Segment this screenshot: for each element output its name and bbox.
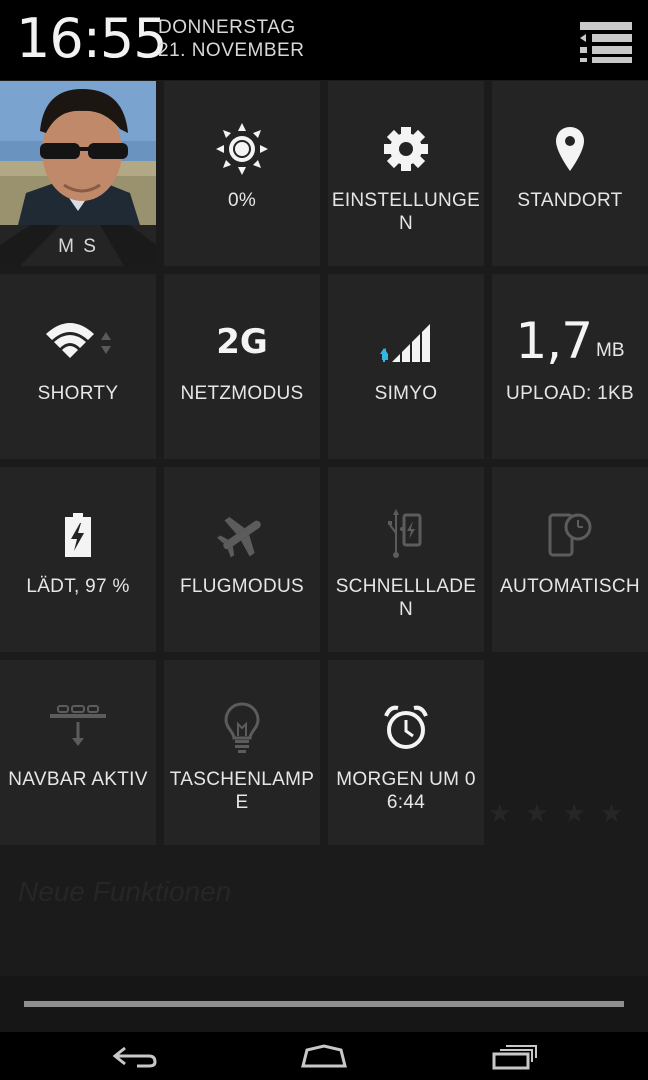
network-mode-label: NETZMODUS: [180, 383, 304, 404]
data-usage-tile[interactable]: 1,7 MB UPLOAD: 1KB: [492, 274, 648, 459]
battery-charging-icon: [65, 513, 91, 557]
signal-icon: [380, 324, 430, 362]
lightbulb-icon: [224, 702, 260, 753]
navbar-label: NAVBAR AKTIV: [8, 769, 148, 790]
data-usage-label: UPLOAD: 1KB: [506, 383, 634, 404]
home-icon: [301, 1044, 347, 1068]
brightness-label: 0%: [227, 190, 257, 211]
brightness-tile[interactable]: 0%: [164, 81, 320, 266]
location-tile[interactable]: STANDORT: [492, 81, 648, 266]
network-mode-value: 2G: [216, 322, 268, 362]
auto-rotate-tile[interactable]: AUTOMATISCH: [492, 467, 648, 652]
user-name: M S: [58, 236, 98, 257]
recent-apps-button[interactable]: [474, 1040, 554, 1074]
recent-apps-icon: [492, 1045, 537, 1070]
navbar-tile[interactable]: NAVBAR AKTIV: [0, 660, 156, 845]
phone-clock-icon: [548, 513, 592, 557]
back-button[interactable]: [95, 1040, 175, 1074]
back-icon: [112, 1046, 157, 1068]
airplane-tile[interactable]: FLUGMODUS: [164, 467, 320, 652]
background-rating-stars: ★★★★: [488, 798, 638, 828]
carrier-label: SIMYO: [374, 383, 438, 404]
fast-charge-tile[interactable]: SCHNELLLADEN: [328, 467, 484, 652]
usb-charge-icon: [388, 509, 422, 558]
background-heading: Neue Funktionen: [18, 876, 232, 907]
brightness-icon: [216, 123, 268, 175]
data-usage-unit: MB: [596, 340, 625, 361]
airplane-label: FLUGMODUS: [179, 576, 305, 597]
gear-icon: [384, 127, 428, 171]
location-label: STANDORT: [517, 190, 623, 211]
user-avatar: [0, 81, 156, 225]
user-tile[interactable]: M S: [0, 81, 156, 266]
alarm-clock-icon: [384, 705, 428, 749]
flashlight-label: TASCHENLAMPE: [169, 769, 315, 813]
weekday-label[interactable]: DONNERSTAG: [158, 16, 296, 39]
wifi-label: SHORTY: [37, 383, 119, 404]
battery-tile[interactable]: LÄDT, 97 %: [0, 467, 156, 652]
navbar-icon: [50, 705, 106, 746]
clock: 16:55: [16, 7, 168, 70]
flashlight-tile[interactable]: TASCHENLAMPE: [164, 660, 320, 845]
wifi-tile[interactable]: SHORTY: [0, 274, 156, 459]
fast-charge-label: SCHNELLLADEN: [335, 576, 477, 620]
battery-label: LÄDT, 97 %: [26, 576, 130, 597]
home-button[interactable]: [284, 1040, 364, 1074]
carrier-tile[interactable]: SIMYO: [328, 274, 484, 459]
data-usage-value: 1,7: [515, 312, 593, 370]
wifi-icon: [46, 323, 111, 358]
notification-header: 16:55 DONNERSTAG 21. NOVEMBER: [0, 0, 648, 80]
panel-drag-handle[interactable]: [24, 1001, 624, 1007]
notification-list-icon[interactable]: [578, 20, 634, 64]
settings-label: EINSTELLUNGEN: [331, 190, 481, 234]
airplane-icon: [217, 516, 261, 558]
auto-rotate-label: AUTOMATISCH: [500, 576, 640, 597]
location-pin-icon: [556, 127, 584, 171]
network-mode-tile[interactable]: 2G NETZMODUS: [164, 274, 320, 459]
alarm-label: MORGEN UM 06:44: [336, 769, 476, 813]
settings-tile[interactable]: EINSTELLUNGEN: [328, 81, 484, 266]
date-label[interactable]: 21. NOVEMBER: [158, 39, 304, 62]
alarm-tile[interactable]: MORGEN UM 06:44: [328, 660, 484, 845]
